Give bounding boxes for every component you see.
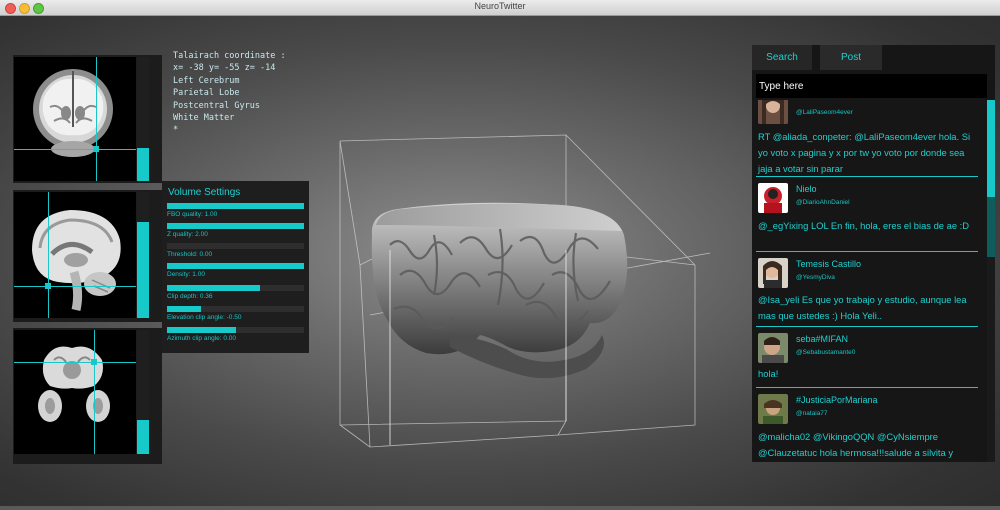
- tweet-separator: [756, 176, 978, 177]
- avatar[interactable]: [758, 333, 788, 363]
- slider-fill: [167, 223, 304, 229]
- coordinate-heading: Talairach coordinate :: [173, 51, 286, 61]
- slider-label: Density: 1.00: [167, 271, 205, 278]
- avatar[interactable]: [758, 258, 788, 288]
- tab-post[interactable]: Post: [820, 45, 882, 70]
- slider-track[interactable]: [167, 243, 304, 249]
- volume-settings-panel: Volume Settings FBO quality: 1.00 Z qual…: [162, 181, 309, 353]
- tweet-author-name: Nielo: [796, 184, 817, 194]
- tweet-item[interactable]: Nielo @DiarioAhnDaniel @_egYixing LOL En…: [756, 180, 983, 252]
- slider-fill: [167, 263, 304, 269]
- volume-render-3d[interactable]: [330, 125, 750, 465]
- sagittal-crosshair-horizontal: [14, 286, 136, 287]
- azimuth-clip-angle-slider[interactable]: Azimuth clip angle: 0.00: [167, 327, 304, 347]
- tweet-item[interactable]: seba#MIFAN @Sebabustamante0 hola!: [756, 330, 983, 385]
- axial-depth-slider[interactable]: [137, 420, 149, 454]
- brain-mesh: [371, 202, 628, 379]
- slider-label: Azimuth clip angle: 0.00: [167, 335, 237, 342]
- slider-fill: [167, 203, 304, 209]
- slider-fill: [167, 327, 236, 333]
- coronal-crosshair-horizontal: [14, 149, 136, 150]
- tweet-author-name: Temesis Castillo: [796, 259, 862, 269]
- slider-label: Threshold: 0.00: [167, 251, 213, 258]
- elevation-clip-angle-slider[interactable]: Elevation clip angle: -0.50: [167, 306, 304, 326]
- slider-fill: [167, 285, 260, 291]
- fbo-quality-slider[interactable]: FBO quality: 1.00: [167, 203, 304, 223]
- axial-crosshair-horizontal: [14, 362, 136, 363]
- axial-slice-view[interactable]: [14, 330, 136, 454]
- axial-position-marker: [91, 359, 97, 365]
- z-quality-slider[interactable]: Z quality: 2.00: [167, 223, 304, 243]
- tweet-separator: [756, 387, 978, 388]
- coronal-depth-slider[interactable]: [137, 148, 149, 181]
- region-cerebrum: Left Cerebrum: [173, 75, 240, 86]
- volume-settings-title: Volume Settings: [168, 187, 241, 198]
- coordinate-xyz: x= -38 y= -55 z= -14: [173, 63, 276, 74]
- axial-brain-image: [38, 346, 110, 422]
- tweet-author-handle[interactable]: @YesmyDiva: [796, 274, 835, 281]
- coronal-brain-image: [33, 69, 113, 157]
- tweet-text: RT @aliada_conpeter: @LaliPaseom4ever ho…: [758, 131, 971, 174]
- tweet-text: @_egYixing LOL En fin, hola, eres el bia…: [758, 220, 970, 231]
- window-title: NeuroTwitter: [474, 1, 526, 11]
- axial-crosshair-vertical: [94, 330, 95, 454]
- tweet-author-handle[interactable]: @DiarioAhnDaniel: [796, 199, 850, 206]
- slider-label: Clip depth: 0.36: [167, 293, 213, 300]
- coronal-slice-panel: [13, 55, 162, 183]
- talairach-readout: Talairach coordinate : x= -38 y= -55 z= …: [173, 50, 286, 137]
- slider-label: Elevation clip angle: -0.50: [167, 314, 242, 321]
- region-tissue: White Matter: [173, 113, 235, 124]
- region-gyrus: Postcentral Gyrus: [173, 100, 260, 111]
- tweet-separator: [756, 326, 978, 327]
- avatar[interactable]: [758, 394, 788, 424]
- slider-label: FBO quality: 1.00: [167, 211, 218, 218]
- sagittal-crosshair-vertical: [48, 192, 49, 318]
- tweet-author-name: seba#MIFAN: [796, 334, 849, 344]
- tweet-author-name: #JusticiaPorMariana: [796, 395, 878, 405]
- avatar[interactable]: [758, 183, 788, 213]
- tweet-author-handle[interactable]: @LaliPaseom4ever: [796, 109, 853, 116]
- region-extra: *: [173, 125, 179, 136]
- coronal-position-marker: [93, 146, 99, 152]
- density-slider[interactable]: Density: 1.00: [167, 263, 304, 283]
- tweet-item[interactable]: #JusticiaPorMariana @nataia77 @malicha02…: [756, 391, 983, 462]
- window-bottom-edge: [0, 506, 1000, 510]
- tweet-item[interactable]: @LaliPaseom4ever RT @aliada_conpeter: @L…: [756, 100, 983, 175]
- title-bar: NeuroTwitter: [0, 0, 1000, 16]
- tweet-item[interactable]: Temesis Castillo @YesmyDiva @Isa_yeli Es…: [756, 255, 983, 327]
- search-input[interactable]: [756, 74, 987, 98]
- tweet-text: @malicha02 @VikingoQQN @CyNsiempre @Clau…: [758, 431, 954, 458]
- sagittal-position-marker: [45, 283, 51, 289]
- feed-scrollbar-thumb[interactable]: [987, 100, 995, 197]
- sagittal-slice-panel: [13, 190, 162, 322]
- tweet-feed[interactable]: @LaliPaseom4ever RT @aliada_conpeter: @L…: [752, 100, 983, 462]
- sagittal-brain-image: [32, 210, 121, 311]
- coronal-slice-view[interactable]: [14, 57, 136, 181]
- axial-slice-panel: [13, 328, 162, 464]
- sagittal-slice-view[interactable]: [14, 192, 136, 318]
- tweet-text: @Isa_yeli Es que yo trabajo y estudio, a…: [758, 294, 967, 321]
- twitter-panel: Search Post @LaliPaseom4ever RT @aliada_…: [752, 45, 995, 462]
- tweet-separator: [756, 251, 978, 252]
- region-lobe: Parietal Lobe: [173, 88, 240, 99]
- sagittal-depth-slider[interactable]: [137, 222, 149, 318]
- clip-depth-slider[interactable]: Clip depth: 0.36: [167, 285, 304, 305]
- coronal-crosshair-vertical: [96, 57, 97, 181]
- slider-label: Z quality: 2.00: [167, 231, 208, 238]
- threshold-slider[interactable]: Threshold: 0.00: [167, 243, 304, 263]
- tweet-author-handle[interactable]: @Sebabustamante0: [796, 349, 855, 356]
- feed-scrollbar-segment: [987, 197, 995, 257]
- tab-search[interactable]: Search: [752, 45, 812, 70]
- tweet-text: hola!: [758, 368, 779, 379]
- avatar[interactable]: [758, 100, 788, 124]
- slider-fill: [167, 306, 201, 312]
- tweet-author-handle[interactable]: @nataia77: [796, 410, 828, 417]
